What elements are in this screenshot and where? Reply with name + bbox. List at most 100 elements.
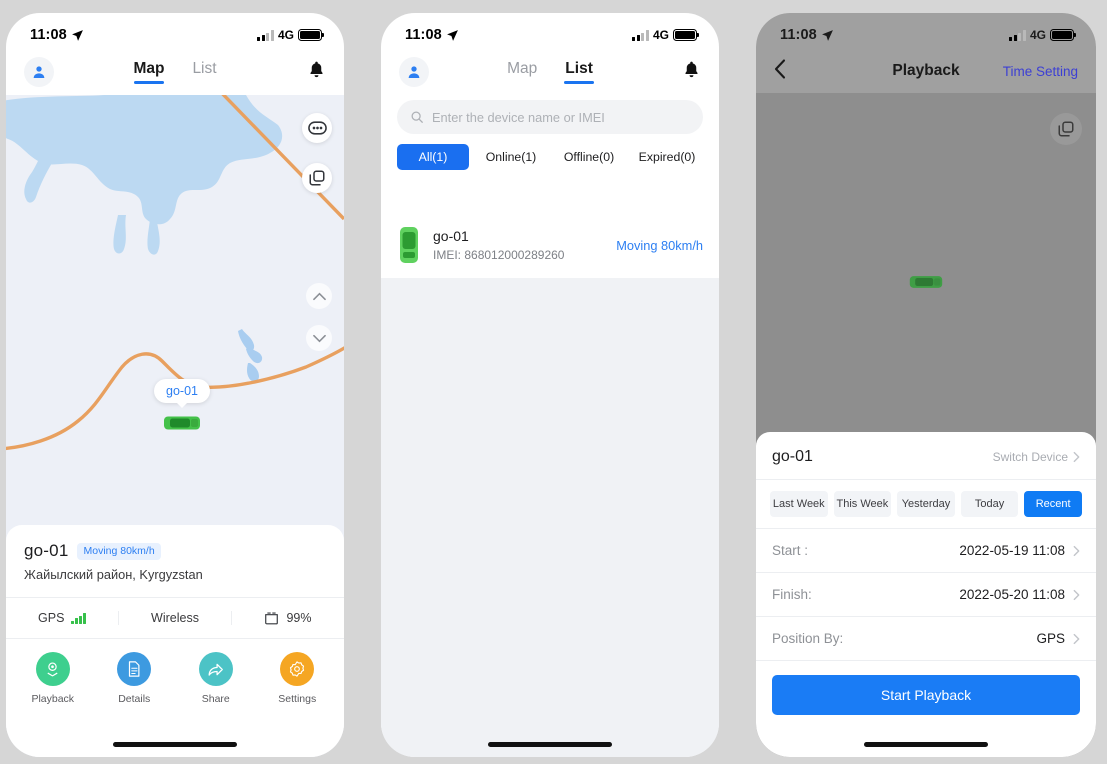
position-by-value-wrap: GPS (1036, 631, 1080, 646)
car-icon (400, 227, 418, 263)
filter-tabs: All(1) Online(1) Offline(0) Expired(0) (381, 144, 719, 182)
range-last-week[interactable]: Last Week (770, 491, 828, 517)
cellular-signal-icon (1009, 29, 1026, 41)
stat-battery: 99% (231, 611, 344, 625)
map-list-tabs: Map List (6, 60, 344, 84)
stat-wireless: Wireless (118, 611, 231, 625)
filter-online[interactable]: Online(1) (475, 144, 547, 170)
home-indicator (488, 742, 612, 747)
tab-map[interactable]: Map (133, 60, 164, 84)
search-input[interactable]: Enter the device name or IMEI (432, 110, 605, 125)
phone-screen-map: 11:08 4G Map List go-01 go-01 Moving 80k… (6, 13, 344, 757)
map-more-button[interactable] (302, 113, 332, 143)
list-item-text: go-01 IMEI: 868012000289260 (433, 228, 564, 262)
signal-icon (71, 612, 86, 624)
filter-offline[interactable]: Offline(0) (553, 144, 625, 170)
finish-time-label: Finish: (772, 587, 812, 602)
device-actions-row: Playback Details Share Settings (6, 639, 344, 715)
document-icon (129, 661, 140, 677)
device-status: Moving 80km/h (616, 237, 703, 253)
notifications-button[interactable] (682, 60, 701, 84)
phone-screen-list: 11:08 4G Map List Enter the device name … (381, 13, 719, 757)
finish-time-value: 2022-05-20 11:08 (959, 587, 1065, 602)
action-details[interactable]: Details (94, 652, 176, 705)
network-type-label: 4G (652, 28, 669, 42)
stat-battery-label: 99% (286, 611, 312, 625)
layers-icon (309, 170, 325, 186)
finish-time-value-wrap: 2022-05-20 11:08 (959, 587, 1080, 602)
notifications-button[interactable] (307, 60, 326, 84)
network-type-label: 4G (277, 28, 294, 42)
device-list: go-01 IMEI: 868012000289260 Moving 80km/… (381, 212, 719, 757)
zoom-in-button[interactable] (306, 283, 332, 309)
status-bar: 11:08 4G (6, 13, 344, 49)
finish-time-row[interactable]: Finish: 2022-05-20 11:08 (756, 573, 1096, 617)
car-icon[interactable] (908, 273, 944, 291)
start-playback-button[interactable]: Start Playback (772, 675, 1080, 715)
network-type-label: 4G (1029, 28, 1046, 42)
zoom-out-button[interactable] (306, 325, 332, 351)
range-recent[interactable]: Recent (1024, 491, 1082, 517)
status-time: 11:08 (780, 27, 817, 43)
top-navigation: Map List (6, 49, 344, 95)
status-bar-left: 11:08 (780, 27, 834, 43)
tab-map[interactable]: Map (507, 60, 537, 84)
time-setting-button[interactable]: Time Setting (1003, 64, 1078, 79)
search-section: Enter the device name or IMEI (381, 95, 719, 144)
filter-expired[interactable]: Expired(0) (631, 144, 703, 170)
device-name: go-01 (433, 228, 469, 244)
start-time-value: 2022-05-19 11:08 (959, 543, 1065, 558)
status-bar-right: 4G (632, 28, 700, 42)
position-by-row[interactable]: Position By: GPS (756, 617, 1096, 661)
location-arrow-icon (71, 29, 83, 41)
layers-icon (1058, 121, 1074, 137)
action-share[interactable]: Share (175, 652, 257, 705)
device-info-card: go-01 Moving 80km/h Жайылский район, Kyr… (6, 525, 344, 757)
stat-wireless-label: Wireless (151, 611, 199, 625)
tab-list[interactable]: List (192, 60, 216, 84)
map-layers-button[interactable] (1050, 113, 1082, 145)
switch-device-button[interactable]: Switch Device (993, 450, 1080, 464)
imei-value: 868012000289260 (464, 248, 565, 262)
status-bar-right: 4G (257, 28, 325, 42)
quick-range-tabs: Last Week This Week Yesterday Today Rece… (756, 480, 1096, 529)
stat-gps: GPS (6, 611, 118, 625)
imei-label: IMEI: (433, 248, 462, 262)
card-bottom-spacer (6, 715, 344, 757)
settings-icon-circle (280, 652, 315, 686)
range-today[interactable]: Today (960, 491, 1019, 517)
status-bar: 11:08 4G (381, 13, 719, 49)
home-indicator (864, 742, 988, 747)
info-card-header: go-01 Moving 80km/h (6, 525, 344, 567)
device-name: go-01 (24, 541, 69, 560)
device-name: go-01 (772, 448, 813, 465)
action-settings[interactable]: Settings (257, 652, 339, 705)
range-yesterday[interactable]: Yesterday (897, 491, 955, 517)
start-time-row[interactable]: Start : 2022-05-19 11:08 (756, 529, 1096, 573)
map-layers-button[interactable] (302, 163, 332, 193)
car-marker-icon[interactable] (162, 413, 202, 433)
filter-all[interactable]: All(1) (397, 144, 469, 170)
home-indicator (113, 742, 237, 747)
map-marker-label[interactable]: go-01 (154, 379, 210, 403)
range-this-week[interactable]: This Week (833, 491, 892, 517)
status-bar-left: 11:08 (405, 27, 459, 43)
device-imei: IMEI: 868012000289260 (433, 248, 564, 262)
status-bar-right: 4G (1009, 28, 1077, 42)
action-playback[interactable]: Playback (12, 652, 94, 705)
action-settings-label: Settings (278, 693, 317, 705)
bell-icon (685, 61, 698, 78)
map-canvas[interactable]: go-01 go-01 Moving 80km/h Жайылский райо… (6, 95, 344, 757)
status-time: 11:08 (30, 27, 67, 43)
action-playback-label: Playback (31, 693, 75, 705)
tab-list[interactable]: List (565, 60, 593, 84)
list-item[interactable]: go-01 IMEI: 868012000289260 Moving 80km/… (381, 212, 719, 278)
cellular-signal-icon (257, 29, 274, 41)
search-bar[interactable]: Enter the device name or IMEI (397, 100, 703, 134)
action-details-label: Details (118, 693, 151, 705)
screenshot-stage: 11:08 4G Map List go-01 go-01 Moving 80k… (0, 0, 1107, 764)
playback-icon (47, 661, 58, 676)
chevron-down-icon (312, 334, 326, 342)
status-bar: 11:08 4G (756, 13, 1096, 49)
playback-card-header: go-01 Switch Device (756, 432, 1096, 480)
